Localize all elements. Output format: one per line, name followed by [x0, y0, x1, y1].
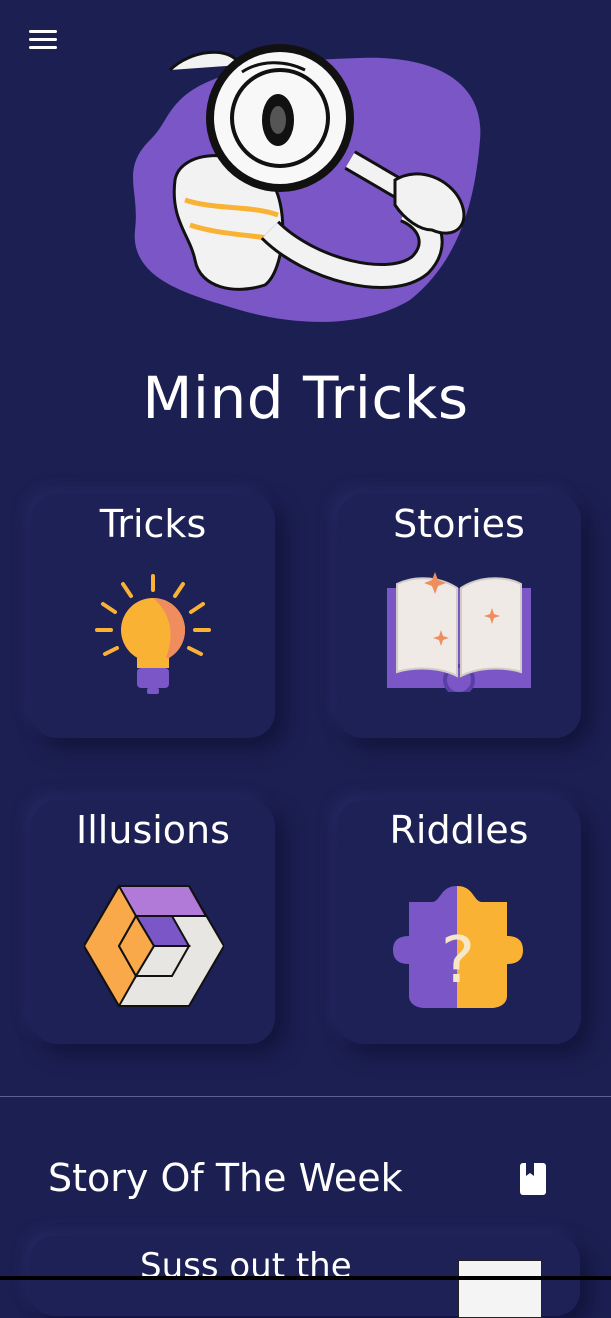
app-title: Mind Tricks — [142, 364, 469, 432]
riddles-card[interactable]: Riddles ? — [337, 800, 581, 1044]
story-thumbnail — [458, 1260, 542, 1318]
menu-button[interactable] — [26, 26, 60, 54]
stories-label: Stories — [393, 502, 525, 546]
riddles-label: Riddles — [389, 808, 529, 852]
system-bottom-bar — [0, 1276, 611, 1280]
tricks-label: Tricks — [99, 502, 207, 546]
stories-card[interactable]: Stories — [337, 494, 581, 738]
story-of-week-heading: Story Of The Week — [48, 1156, 403, 1200]
story-title: Suss out the — [140, 1246, 352, 1286]
lightbulb-icon — [95, 574, 211, 694]
open-book-icon — [387, 572, 531, 692]
tricks-card[interactable]: Tricks — [31, 494, 275, 738]
impossible-cube-icon — [84, 884, 224, 1008]
question-head-icon: ? — [393, 886, 523, 1008]
illusions-card[interactable]: Illusions — [31, 800, 275, 1044]
svg-text:?: ? — [441, 924, 475, 998]
book-icon[interactable] — [518, 1162, 548, 1196]
magnifier-character-illustration — [133, 44, 481, 322]
illusions-label: Illusions — [76, 808, 230, 852]
section-divider — [0, 1096, 611, 1097]
